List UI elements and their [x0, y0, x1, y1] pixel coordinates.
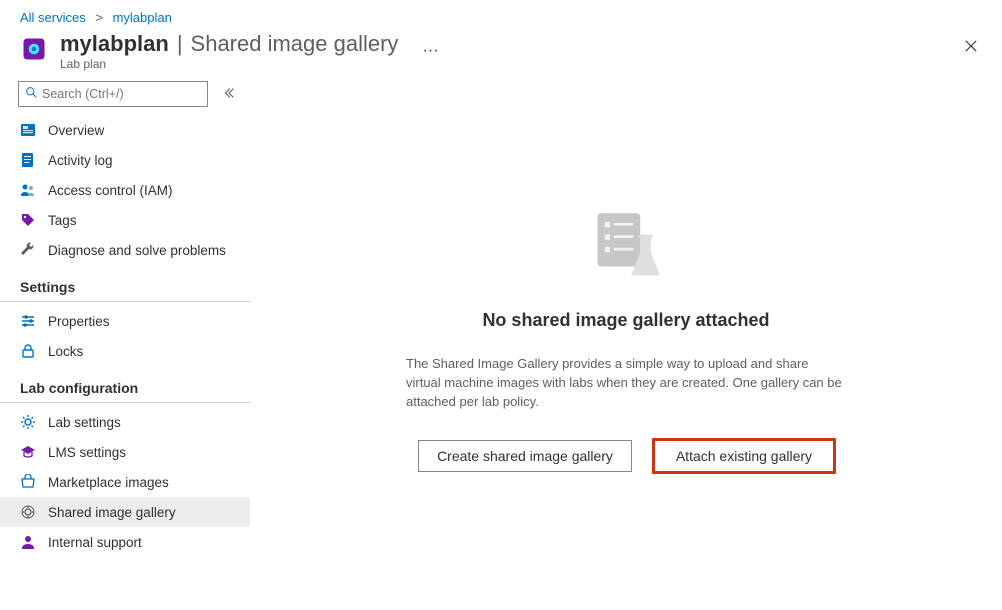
lock-icon	[20, 343, 36, 359]
wrench-icon	[20, 242, 36, 258]
sidebar-item-lab-settings[interactable]: Lab settings	[0, 407, 250, 437]
collapse-sidebar-button[interactable]	[222, 86, 236, 103]
sidebar-item-label: Diagnose and solve problems	[48, 243, 226, 258]
resource-type-label: Lab plan	[60, 57, 398, 71]
labplan-icon	[20, 35, 48, 63]
sidebar-item-locks[interactable]: Locks	[0, 336, 250, 366]
sidebar-group-lab: Lab configuration	[0, 366, 250, 403]
sidebar-item-iam[interactable]: Access control (IAM)	[0, 175, 250, 205]
empty-state-description: The Shared Image Gallery provides a simp…	[406, 355, 846, 412]
sidebar-item-label: Marketplace images	[48, 475, 169, 490]
people-icon	[20, 182, 36, 198]
sidebar-item-tags[interactable]: Tags	[0, 205, 250, 235]
sidebar: Overview Activity log Access control (IA…	[0, 79, 250, 599]
page-subtitle: Shared image gallery	[191, 31, 399, 57]
grad-icon	[20, 444, 36, 460]
sidebar-item-internal-support[interactable]: Internal support	[0, 527, 250, 557]
page-title: mylabplan	[60, 31, 169, 57]
sidebar-item-label: Lab settings	[48, 415, 121, 430]
sidebar-item-overview[interactable]: Overview	[0, 115, 250, 145]
sidebar-item-marketplace[interactable]: Marketplace images	[0, 467, 250, 497]
sidebar-item-shared-image-gallery[interactable]: Shared image gallery	[0, 497, 250, 527]
sidebar-item-label: LMS settings	[48, 445, 126, 460]
sidebar-group-settings: Settings	[0, 265, 250, 302]
search-icon	[25, 86, 38, 102]
breadcrumb-current[interactable]: mylabplan	[113, 10, 172, 25]
sidebar-item-properties[interactable]: Properties	[0, 306, 250, 336]
sidebar-item-label: Properties	[48, 314, 110, 329]
gear-icon	[20, 414, 36, 430]
empty-state-title: No shared image gallery attached	[482, 310, 769, 331]
sidebar-item-label: Internal support	[48, 535, 142, 550]
main-content: No shared image gallery attached The Sha…	[250, 79, 1002, 599]
tag-icon	[20, 212, 36, 228]
log-icon	[20, 152, 36, 168]
sidebar-item-activity-log[interactable]: Activity log	[0, 145, 250, 175]
overview-icon	[20, 122, 36, 138]
sidebar-item-label: Activity log	[48, 153, 113, 168]
sidebar-item-label: Access control (IAM)	[48, 183, 173, 198]
sidebar-item-label: Overview	[48, 123, 104, 138]
attach-gallery-button[interactable]: Attach existing gallery	[654, 440, 834, 472]
empty-state-icon	[581, 206, 671, 286]
page-header: mylabplan | Shared image gallery Lab pla…	[0, 31, 1002, 79]
sidebar-search[interactable]	[18, 81, 208, 107]
more-actions-button[interactable]: ···	[416, 40, 444, 62]
close-button[interactable]	[960, 35, 982, 57]
share-gear-icon	[20, 504, 36, 520]
sidebar-item-diagnose[interactable]: Diagnose and solve problems	[0, 235, 250, 265]
create-gallery-button[interactable]: Create shared image gallery	[418, 440, 632, 472]
breadcrumb: All services > mylabplan	[0, 0, 1002, 31]
search-input[interactable]	[42, 87, 201, 101]
title-separator: |	[177, 31, 183, 57]
sidebar-item-label: Tags	[48, 213, 77, 228]
person-icon	[20, 534, 36, 550]
sidebar-item-label: Locks	[48, 344, 83, 359]
breadcrumb-root[interactable]: All services	[20, 10, 86, 25]
sliders-icon	[20, 313, 36, 329]
sidebar-item-lms-settings[interactable]: LMS settings	[0, 437, 250, 467]
market-icon	[20, 474, 36, 490]
sidebar-item-label: Shared image gallery	[48, 505, 176, 520]
sidebar-menu[interactable]: Overview Activity log Access control (IA…	[0, 115, 250, 599]
chevron-right-icon: >	[95, 10, 103, 25]
